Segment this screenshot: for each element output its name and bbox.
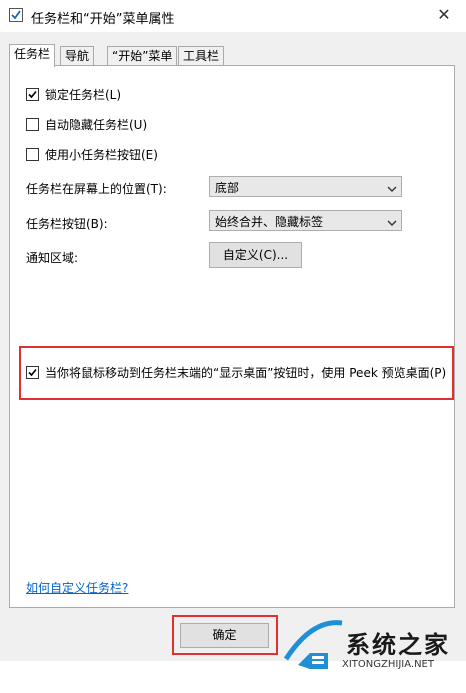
taskbar-tab-panel: 锁定任务栏(L) 自动隐藏任务栏(U) 使用小任务栏按钮(E) 任务栏在屏幕上的… — [9, 65, 455, 608]
ok-button[interactable]: 确定 — [180, 623, 269, 648]
window-icon — [9, 8, 23, 22]
tab-toolbars[interactable]: 工具栏 — [178, 46, 225, 66]
auto-hide-checkbox[interactable] — [26, 118, 39, 131]
auto-hide-label: 自动隐藏任务栏(U) — [45, 118, 148, 132]
site-logo — [283, 620, 343, 669]
watermark-name: 系统之家 — [346, 630, 450, 659]
watermark: 系统之家 XITONGZHIJIA.NET — [282, 615, 466, 693]
buttons-select-value: 始终合并、隐藏标签 — [215, 215, 324, 229]
buttons-label: 任务栏按钮(B): — [26, 217, 108, 231]
title-bar: 任务栏和“开始”菜单属性 ✕ — [0, 0, 466, 32]
tab-taskbar[interactable]: 任务栏 — [9, 44, 56, 67]
chevron-down-icon — [387, 182, 397, 196]
customize-notification-button[interactable]: 自定义(C)... — [209, 242, 302, 268]
lock-taskbar-label: 锁定任务栏(L) — [45, 88, 122, 102]
help-link[interactable]: 如何自定义任务栏? — [26, 579, 128, 596]
notification-area-label: 通知区域: — [26, 251, 79, 265]
small-buttons-checkbox[interactable] — [26, 148, 39, 161]
peek-label: 当你将鼠标移动到任务栏末端的“显示桌面”按钮时，使用 Peek 预览桌面(P) — [45, 366, 447, 380]
buttons-select[interactable]: 始终合并、隐藏标签 — [209, 210, 402, 231]
tab-start-menu[interactable]: “开始”菜单 — [107, 46, 178, 66]
window-title: 任务栏和“开始”菜单属性 — [31, 12, 175, 27]
position-label: 任务栏在屏幕上的位置(T): — [26, 182, 167, 196]
dialog-body: 任务栏 导航 “开始”菜单 工具栏 锁定任务栏(L) 自动隐藏任务栏(U) 使用… — [0, 32, 466, 670]
position-select[interactable]: 底部 — [209, 176, 402, 197]
close-button[interactable]: ✕ — [432, 4, 456, 26]
position-select-value: 底部 — [215, 181, 240, 195]
tab-navigation[interactable]: 导航 — [60, 46, 95, 66]
small-buttons-label: 使用小任务栏按钮(E) — [45, 148, 158, 162]
lock-taskbar-checkbox[interactable] — [26, 88, 39, 101]
chevron-down-icon — [387, 216, 397, 230]
peek-checkbox[interactable] — [26, 366, 39, 379]
